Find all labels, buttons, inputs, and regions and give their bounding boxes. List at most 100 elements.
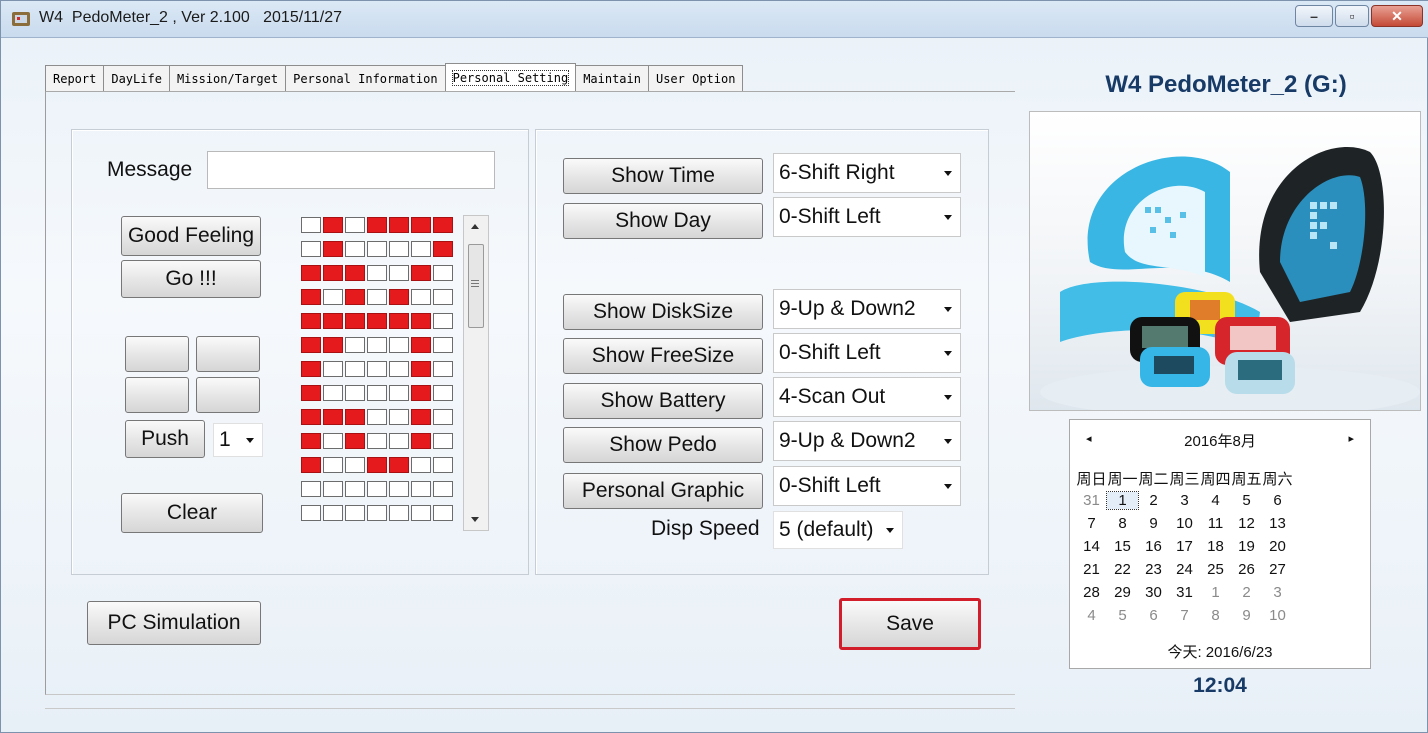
led-cell[interactable] — [323, 385, 343, 401]
led-cell[interactable] — [367, 361, 387, 377]
led-matrix-editor[interactable] — [301, 217, 461, 529]
led-cell[interactable] — [345, 409, 365, 425]
led-cell[interactable] — [345, 385, 365, 401]
led-cell[interactable] — [411, 217, 431, 233]
title-bar[interactable]: W4 PedoMeter_2 , Ver 2.100 2015/11/27 – … — [1, 1, 1428, 38]
calendar-day[interactable]: 31 — [1076, 492, 1107, 509]
calendar-day[interactable]: 20 — [1262, 538, 1293, 555]
led-cell[interactable] — [411, 505, 431, 521]
calendar-day[interactable]: 7 — [1169, 607, 1200, 624]
led-cell[interactable] — [323, 265, 343, 281]
led-cell[interactable] — [301, 241, 321, 257]
calendar-day[interactable]: 16 — [1138, 538, 1169, 555]
show-disksize-button[interactable]: Show DiskSize — [563, 294, 763, 330]
tab-personal-information[interactable]: Personal Information — [285, 65, 446, 91]
calendar-day[interactable]: 14 — [1076, 538, 1107, 555]
calendar-day[interactable]: 13 — [1262, 515, 1293, 532]
led-cell[interactable] — [323, 361, 343, 377]
led-cell[interactable] — [323, 457, 343, 473]
calendar-day[interactable]: 22 — [1107, 561, 1138, 578]
led-cell[interactable] — [301, 409, 321, 425]
calendar-day[interactable]: 7 — [1076, 515, 1107, 532]
led-cell[interactable] — [411, 337, 431, 353]
calendar-day[interactable]: 4 — [1076, 607, 1107, 624]
personal-graphic-effect-select[interactable]: 0-Shift Left — [773, 466, 961, 506]
calendar-day[interactable]: 30 — [1138, 584, 1169, 601]
scroll-up-icon[interactable] — [471, 224, 479, 229]
led-cell[interactable] — [367, 457, 387, 473]
calendar-day[interactable]: 23 — [1138, 561, 1169, 578]
show-freesize-button[interactable]: Show FreeSize — [563, 338, 763, 374]
calendar-day[interactable]: 18 — [1200, 538, 1231, 555]
led-cell[interactable] — [345, 361, 365, 377]
led-cell[interactable] — [433, 481, 453, 497]
led-cell[interactable] — [433, 409, 453, 425]
led-cell[interactable] — [389, 361, 409, 377]
calendar-day[interactable]: 1 — [1106, 491, 1139, 510]
calendar-day[interactable]: 28 — [1076, 584, 1107, 601]
led-cell[interactable] — [411, 265, 431, 281]
blank-button-3[interactable] — [125, 377, 189, 413]
led-cell[interactable] — [411, 313, 431, 329]
led-cell[interactable] — [411, 481, 431, 497]
led-cell[interactable] — [433, 313, 453, 329]
led-cell[interactable] — [389, 241, 409, 257]
show-battery-effect-select[interactable]: 4-Scan Out — [773, 377, 961, 417]
led-cell[interactable] — [433, 337, 453, 353]
led-cell[interactable] — [389, 409, 409, 425]
led-cell[interactable] — [389, 505, 409, 521]
calendar-day[interactable]: 10 — [1262, 607, 1293, 624]
show-battery-button[interactable]: Show Battery — [563, 383, 763, 419]
led-cell[interactable] — [433, 433, 453, 449]
calendar-day[interactable]: 19 — [1231, 538, 1262, 555]
calendar-day[interactable]: 2 — [1231, 584, 1262, 601]
disp-speed-select[interactable]: 5 (default) — [773, 511, 903, 549]
matrix-scrollbar[interactable] — [463, 215, 489, 531]
scroll-down-icon[interactable] — [471, 517, 479, 522]
led-cell[interactable] — [389, 217, 409, 233]
led-cell[interactable] — [411, 361, 431, 377]
go-button[interactable]: Go !!! — [121, 260, 261, 298]
calendar-next-icon[interactable]: ▸ — [1348, 432, 1354, 445]
push-count-select[interactable]: 1 — [213, 423, 263, 457]
led-cell[interactable] — [301, 457, 321, 473]
led-cell[interactable] — [345, 505, 365, 521]
led-cell[interactable] — [345, 241, 365, 257]
led-cell[interactable] — [389, 265, 409, 281]
led-cell[interactable] — [345, 433, 365, 449]
led-cell[interactable] — [389, 481, 409, 497]
led-cell[interactable] — [433, 361, 453, 377]
led-cell[interactable] — [433, 217, 453, 233]
led-cell[interactable] — [323, 313, 343, 329]
blank-button-4[interactable] — [196, 377, 260, 413]
push-button[interactable]: Push — [125, 420, 205, 458]
calendar-day[interactable]: 9 — [1138, 515, 1169, 532]
led-cell[interactable] — [411, 241, 431, 257]
led-cell[interactable] — [433, 385, 453, 401]
show-disksize-effect-select[interactable]: 9-Up & Down2 — [773, 289, 961, 329]
blank-button-2[interactable] — [196, 336, 260, 372]
led-cell[interactable] — [301, 313, 321, 329]
calendar-month[interactable]: 2016年8月 — [1070, 430, 1370, 452]
led-cell[interactable] — [345, 481, 365, 497]
led-cell[interactable] — [345, 217, 365, 233]
led-cell[interactable] — [411, 409, 431, 425]
close-button[interactable]: ✕ — [1371, 5, 1423, 27]
minimize-button[interactable]: – — [1295, 5, 1333, 27]
led-cell[interactable] — [345, 313, 365, 329]
calendar-day[interactable]: 17 — [1169, 538, 1200, 555]
calendar-day[interactable]: 29 — [1107, 584, 1138, 601]
scroll-thumb[interactable] — [468, 244, 484, 328]
calendar-day[interactable]: 5 — [1231, 492, 1262, 509]
led-cell[interactable] — [301, 289, 321, 305]
led-cell[interactable] — [301, 505, 321, 521]
show-day-button[interactable]: Show Day — [563, 203, 763, 239]
tab-maintain[interactable]: Maintain — [575, 65, 649, 91]
calendar-day[interactable]: 8 — [1200, 607, 1231, 624]
led-cell[interactable] — [433, 505, 453, 521]
led-cell[interactable] — [323, 433, 343, 449]
led-cell[interactable] — [367, 505, 387, 521]
calendar[interactable]: ◂ 2016年8月 ▸ 周日 周一 周二 周三 周四 周五 周六 31 1 2 3 4 5… — [1069, 419, 1371, 669]
led-cell[interactable] — [345, 337, 365, 353]
led-cell[interactable] — [323, 481, 343, 497]
